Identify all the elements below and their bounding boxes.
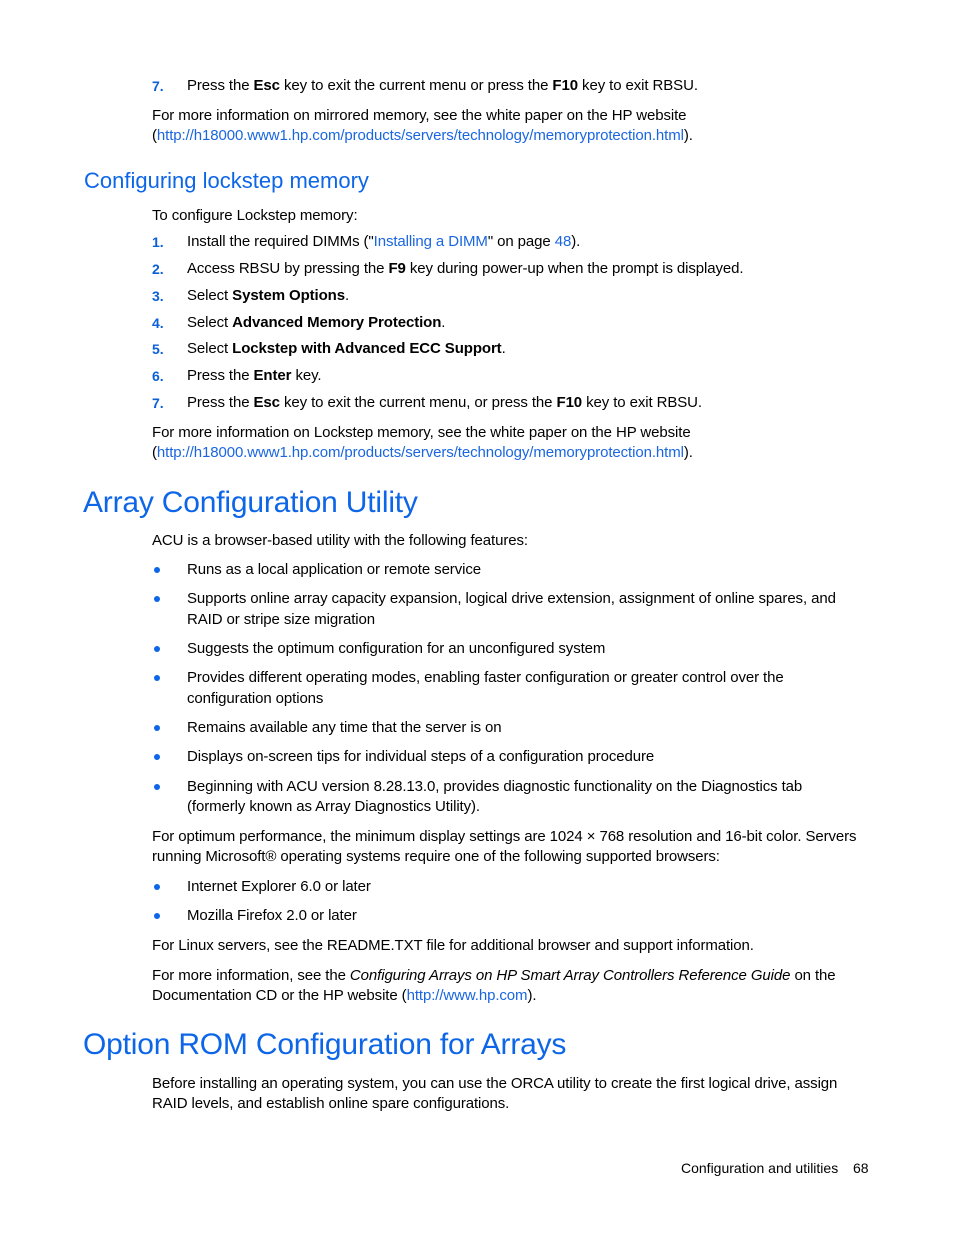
text: ). (571, 233, 581, 250)
step-number: 6. (152, 368, 164, 384)
acu-feature: Displays on-screen tips for individual s… (187, 748, 655, 765)
browser-item: Mozilla Firefox 2.0 or later (187, 907, 357, 924)
page-48-link[interactable]: 48 (555, 233, 572, 250)
bullet-icon (154, 596, 160, 602)
acu-feature: Provides different operating modes, enab… (187, 669, 784, 686)
acu-perf-text: For optimum performance, the minimum dis… (152, 828, 857, 845)
step-number: 5. (152, 341, 164, 357)
text: Select (187, 287, 233, 304)
text: " on page (487, 233, 555, 250)
bullet-icon (154, 754, 160, 760)
text: on the (790, 967, 836, 984)
text: Access RBSU by pressing the (187, 260, 389, 277)
text: . (441, 314, 446, 331)
lockstep-step-6: Press the Enter key. (187, 366, 322, 386)
text: Documentation CD or the HP website ( (152, 987, 407, 1004)
key-esc: Esc (253, 394, 280, 411)
step-number: 7. (152, 78, 164, 94)
acu-intro: ACU is a browser-based utility with the … (152, 532, 528, 549)
lockstep-step-7: Press the Esc key to exit the current me… (187, 393, 702, 413)
acu-perf-text-cont: running Microsoft® operating systems req… (152, 848, 720, 865)
lockstep-info-link-line: (http://h18000.www1.hp.com/products/serv… (152, 443, 693, 463)
acu-feature: Runs as a local application or remote se… (187, 561, 481, 578)
acu-feature: Remains available any time that the serv… (187, 719, 502, 736)
guide-title: Configuring Arrays on HP Smart Array Con… (349, 967, 791, 984)
bullet-icon (154, 725, 160, 731)
acu-feature-cont: RAID or stripe size migration (187, 611, 375, 628)
acu-feature: Supports online array capacity expansion… (187, 590, 836, 607)
installing-dimm-link[interactable]: Installing a DIMM (374, 233, 488, 250)
text: ). (683, 444, 693, 461)
acu-more-info: For more information, see the Configurin… (152, 966, 836, 986)
text: . (501, 340, 506, 357)
text: key to exit RBSU. (582, 394, 702, 411)
mirror-info-link-line: (http://h18000.www1.hp.com/products/serv… (152, 126, 693, 146)
bullet-icon (154, 675, 160, 681)
step-text: Press the Esc key to exit the current me… (187, 76, 698, 96)
step-number: 3. (152, 288, 164, 304)
footer-section-title: Configuration and utilities (681, 1160, 839, 1176)
section-heading-orca: Option ROM Configuration for Arrays (83, 1028, 567, 1061)
step-number: 1. (152, 234, 164, 250)
page-number: 68 (853, 1160, 869, 1176)
text: Press the (187, 77, 254, 94)
text: ). (527, 987, 537, 1004)
mirror-info-text: For more information on mirrored memory,… (152, 107, 687, 124)
lockstep-step-3: Select System Options. (187, 286, 349, 306)
text: ). (683, 127, 693, 144)
text: Select (187, 340, 233, 357)
text: Press the (187, 394, 254, 411)
linux-info: For Linux servers, see the README.TXT fi… (152, 937, 754, 954)
lockstep-step-2: Access RBSU by pressing the F9 key durin… (187, 259, 744, 279)
acu-feature: Beginning with ACU version 8.28.13.0, pr… (187, 778, 803, 795)
browser-item: Internet Explorer 6.0 or later (187, 878, 371, 895)
step-number: 7. (152, 395, 164, 411)
text: key to exit the current menu or press th… (279, 77, 553, 94)
text: Install the required DIMMs (" (187, 233, 374, 250)
lockstep-intro: To configure Lockstep memory: (152, 207, 358, 224)
text: Select (187, 314, 233, 331)
text: key during power-up when the prompt is d… (405, 260, 744, 277)
lockstep-info-text: For more information on Lockstep memory,… (152, 424, 691, 441)
memoryprotection-link[interactable]: http://h18000.www1.hp.com/products/serve… (157, 444, 684, 461)
menu-option: Advanced Memory Protection (232, 314, 442, 331)
section-heading-acu: Array Configuration Utility (83, 486, 418, 519)
orca-text-cont: RAID levels, and establish online spare … (152, 1095, 510, 1112)
text: key. (291, 367, 322, 384)
text: key to exit the current menu, or press t… (279, 394, 557, 411)
acu-feature-cont: (formerly known as Array Diagnostics Uti… (187, 798, 480, 815)
memoryprotection-link[interactable]: http://h18000.www1.hp.com/products/serve… (157, 127, 684, 144)
key-f9: F9 (388, 260, 406, 277)
bullet-icon (154, 913, 160, 919)
hp-website-link[interactable]: http://www.hp.com (407, 987, 528, 1004)
text: For more information, see the (152, 967, 350, 984)
text: key to exit RBSU. (577, 77, 698, 94)
text: Press the (187, 367, 254, 384)
key-esc: Esc (253, 77, 280, 94)
acu-more-info-cont: Documentation CD or the HP website (http… (152, 986, 537, 1006)
acu-feature: Suggests the optimum configuration for a… (187, 640, 606, 657)
bullet-icon (154, 646, 160, 652)
section-heading-lockstep: Configuring lockstep memory (84, 168, 369, 193)
menu-option: Lockstep with Advanced ECC Support (232, 340, 502, 357)
bullet-icon (154, 884, 160, 890)
bullet-icon (154, 784, 160, 790)
key-f10: F10 (552, 77, 578, 94)
menu-option: System Options (232, 287, 345, 304)
lockstep-step-1: Install the required DIMMs ("Installing … (187, 232, 580, 252)
acu-feature-cont: configuration options (187, 690, 324, 707)
key-f10: F10 (556, 394, 583, 411)
key-enter: Enter (253, 367, 292, 384)
lockstep-step-5: Select Lockstep with Advanced ECC Suppor… (187, 339, 506, 359)
step-number: 2. (152, 261, 164, 277)
orca-text: Before installing an operating system, y… (152, 1075, 838, 1092)
text: . (344, 287, 350, 304)
step-number: 4. (152, 315, 164, 331)
bullet-icon (154, 567, 160, 573)
lockstep-step-4: Select Advanced Memory Protection. (187, 313, 445, 333)
